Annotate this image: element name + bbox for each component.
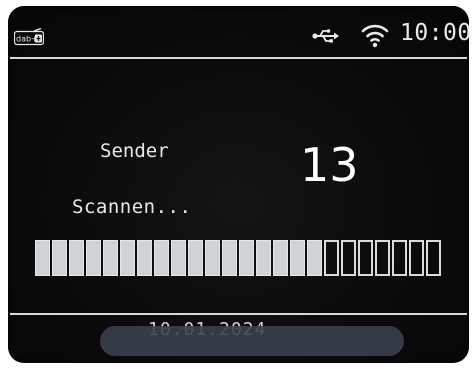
progress-segment-filled [290,240,305,276]
progress-segment-filled [103,240,118,276]
progress-segment-empty [324,240,339,276]
station-label: Sender [100,140,169,162]
progress-segment-empty [409,240,424,276]
usb-icon [312,29,339,43]
screen-glare [100,326,404,356]
progress-segment-empty [375,240,390,276]
wifi-icon [361,24,389,48]
progress-segment-filled [35,240,50,276]
progress-segment-empty [392,240,407,276]
status-bar: dab+ 10:00 [8,6,469,58]
progress-segment-filled [137,240,152,276]
footer-divider [10,313,467,315]
progress-segment-filled [205,240,220,276]
progress-segment-filled [307,240,322,276]
progress-segment-filled [120,240,135,276]
progress-segment-filled [86,240,101,276]
progress-segment-empty [358,240,373,276]
progress-segment-filled [239,240,254,276]
progress-segment-filled [188,240,203,276]
status-divider [10,57,467,59]
radio-display: dab+ 10:00 Sender 13 Scannen... [8,6,469,363]
clock: 10:00 [400,20,469,46]
progress-segment-filled [256,240,271,276]
svg-text:dab+: dab+ [16,35,38,44]
progress-segment-filled [154,240,169,276]
device-bezel: dab+ 10:00 Sender 13 Scannen... [0,0,475,369]
scan-progress-bar [35,240,445,280]
progress-segment-empty [341,240,356,276]
progress-segment-filled [222,240,237,276]
progress-segment-filled [52,240,67,276]
progress-segment-empty [426,240,441,276]
station-count: 13 [300,138,359,192]
progress-segment-filled [69,240,84,276]
progress-segment-filled [171,240,186,276]
dab-plus-icon: dab+ [14,28,44,46]
progress-segment-filled [273,240,288,276]
scan-status-label: Scannen... [72,196,192,218]
